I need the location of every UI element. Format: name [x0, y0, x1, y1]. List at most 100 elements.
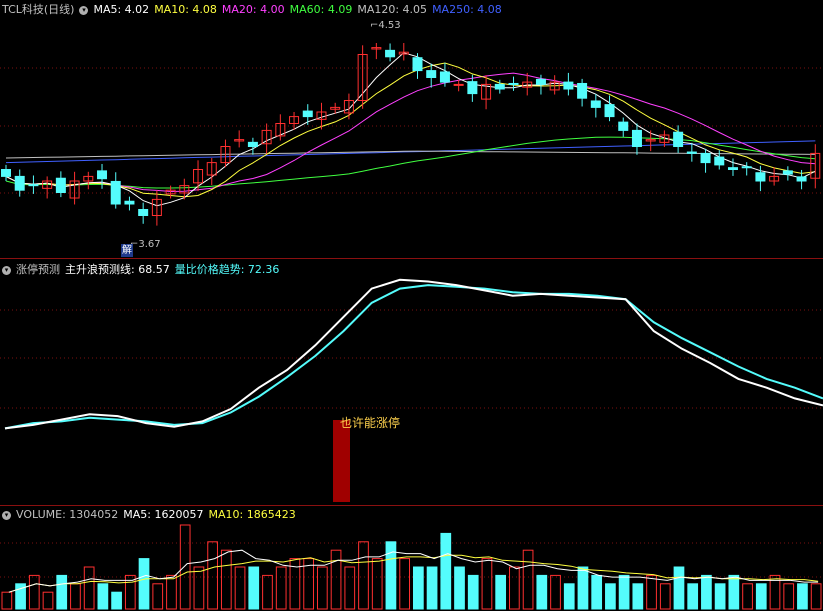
ma-legend-item: MA20: 4.00	[221, 3, 285, 16]
candle-body	[727, 167, 738, 171]
indicator-line2: 量比价格趋势: 72.36	[174, 263, 280, 276]
candle-body	[700, 152, 711, 164]
volume-label: VOLUME: 1304052	[16, 508, 119, 521]
volume-bar	[783, 583, 795, 610]
candle-body	[577, 82, 588, 99]
chevron-down-icon[interactable]: ▾	[79, 5, 89, 15]
candle-body	[467, 81, 478, 95]
volume-ma10: MA10: 1865423	[208, 508, 296, 521]
candle-body	[1, 169, 11, 177]
volume-bar	[742, 583, 753, 610]
volume-bar	[70, 583, 81, 610]
candle-body	[673, 131, 684, 148]
candle-body	[97, 170, 108, 180]
volume-bar	[673, 566, 685, 610]
candle-body	[796, 176, 807, 182]
volume-bar	[97, 583, 109, 610]
price-chart-pane[interactable]: TCL科技(日线) ▾ MA5: 4.02 MA10: 4.08 MA20: 4.00 M…	[0, 0, 823, 258]
volume-bar	[714, 583, 726, 610]
volume-bar	[454, 566, 465, 610]
volume-bar	[83, 566, 95, 610]
volume-bar	[577, 566, 589, 610]
candle-body	[590, 100, 601, 108]
candle-body	[412, 57, 423, 72]
trend-line	[4, 284, 823, 430]
volume-bar	[344, 566, 356, 610]
stock-title: TCL科技(日线)	[2, 3, 75, 16]
indicator-pane[interactable]: ▾ 涨停预测 主升浪预测线: 68.57 量比价格趋势: 72.36	[0, 260, 823, 505]
limit-up-signal-bar	[333, 420, 350, 502]
volume-bar	[659, 583, 671, 610]
price-header: TCL科技(日线) ▾ MA5: 4.02 MA10: 4.08 MA20: 4.00 M…	[2, 3, 512, 17]
ma-legend-item: MA60: 4.09	[289, 3, 353, 16]
volume-bar	[646, 574, 657, 610]
volume-ma5: MA5: 1620057	[123, 508, 204, 521]
candle-body	[110, 180, 121, 205]
candle-body	[138, 209, 149, 217]
volume-bar	[371, 558, 383, 610]
candle-body	[686, 151, 697, 154]
volume-bar	[563, 583, 575, 610]
candle-body	[453, 83, 464, 86]
volume-bar	[495, 574, 507, 610]
volume-header: ▾ VOLUME: 1304052 MA5: 1620057 MA10: 186542…	[2, 508, 301, 522]
indicator-chart[interactable]	[0, 260, 823, 505]
chevron-down-icon[interactable]: ▾	[2, 265, 11, 275]
volume-bar	[728, 574, 740, 610]
volume-bar	[42, 591, 54, 610]
volume-bar	[248, 566, 260, 610]
indicator-name: 涨停预测	[16, 263, 60, 276]
jie-badge[interactable]: 解	[121, 244, 133, 257]
volume-bar	[687, 583, 699, 610]
volume-bar	[220, 549, 232, 610]
volume-bar	[193, 566, 205, 610]
volume-bar	[467, 574, 479, 610]
ma-legend-item: MA120: 4.05	[357, 3, 428, 16]
volume-bar	[111, 591, 122, 610]
candle-body	[14, 175, 25, 191]
volume-bar	[152, 583, 164, 610]
volume-bar	[550, 574, 561, 610]
candle-body	[714, 156, 725, 166]
candle-body	[618, 121, 629, 131]
volume-bar	[179, 524, 191, 610]
candle-body	[508, 82, 519, 85]
candle-body	[55, 177, 66, 194]
volume-bar	[536, 574, 548, 610]
volume-bar	[591, 574, 603, 610]
volume-bar	[413, 566, 424, 610]
volume-bar	[632, 583, 644, 610]
candle-body	[28, 184, 39, 187]
volume-bar	[28, 574, 40, 610]
ma10-line	[5, 62, 816, 198]
candle-body	[494, 83, 505, 90]
volume-pane[interactable]: ▾ VOLUME: 1304052 MA5: 1620057 MA10: 186542…	[0, 505, 823, 611]
volume-bar	[56, 574, 68, 610]
high-price-label: ⌐4.53	[370, 20, 401, 31]
volume-bar	[618, 574, 630, 610]
candle-body	[385, 49, 396, 58]
indicator-line1: 主升浪预测线: 68.57	[65, 263, 170, 276]
ma-legend: MA5: 4.02 MA10: 4.08 MA20: 4.00 MA60: 4.09 M…	[93, 3, 506, 16]
volume-bar	[797, 583, 808, 610]
volume-bar	[234, 566, 246, 610]
volume-bar	[810, 583, 822, 610]
main-wave-line	[4, 278, 823, 430]
limit-up-signal-label: 也许能涨停	[340, 416, 401, 430]
chevron-down-icon[interactable]: ▾	[2, 510, 11, 520]
candle-body	[124, 200, 135, 205]
ma-legend-item: MA5: 4.02	[93, 3, 150, 16]
candle-body	[604, 104, 615, 118]
volume-bar	[330, 549, 342, 610]
volume-bar	[262, 574, 273, 610]
volume-bar	[426, 566, 438, 610]
price-chart[interactable]	[0, 0, 823, 258]
volume-bar	[166, 574, 177, 610]
volume-bar	[138, 558, 150, 610]
volume-bar	[1, 591, 13, 610]
candle-body	[426, 70, 437, 78]
volume-bar	[275, 566, 287, 610]
volume-bar	[440, 532, 452, 610]
indicator-header: ▾ 涨停预测 主升浪预测线: 68.57 量比价格趋势: 72.36	[2, 263, 284, 277]
candle-body	[439, 71, 450, 83]
